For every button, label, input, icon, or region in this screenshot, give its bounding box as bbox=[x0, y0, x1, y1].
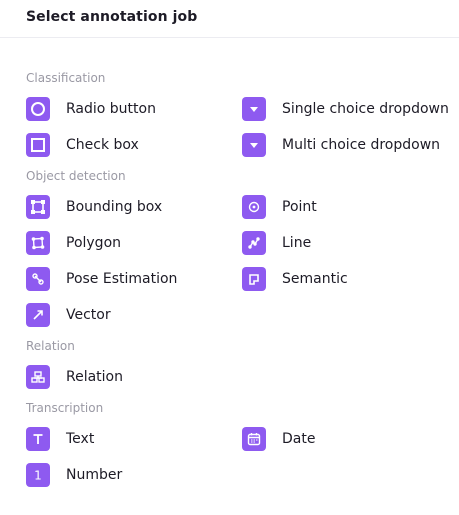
job-option-date[interactable]: Date bbox=[242, 427, 315, 451]
section-label-classification: Classification bbox=[26, 71, 106, 85]
job-option-label: Point bbox=[282, 199, 317, 215]
job-option-point[interactable]: Point bbox=[242, 195, 317, 219]
job-option-text[interactable]: Text bbox=[26, 427, 94, 451]
job-option-single-choice-dropdown[interactable]: Single choice dropdown bbox=[242, 97, 449, 121]
vector-icon bbox=[26, 303, 50, 327]
number-icon: 1 bbox=[26, 463, 50, 487]
text-icon bbox=[26, 427, 50, 451]
point-icon bbox=[242, 195, 266, 219]
radio-icon bbox=[26, 97, 50, 121]
job-option-line[interactable]: Line bbox=[242, 231, 311, 255]
job-option-polygon[interactable]: Polygon bbox=[26, 231, 121, 255]
dropdown-icon bbox=[242, 133, 266, 157]
job-option-label: Line bbox=[282, 235, 312, 251]
job-option-vector[interactable]: Vector bbox=[26, 303, 111, 327]
job-option-label: Multi choice dropdown bbox=[282, 137, 441, 153]
job-option-pose-estimation[interactable]: Pose Estimation bbox=[26, 267, 177, 291]
job-option-semantic[interactable]: Semantic bbox=[242, 267, 348, 291]
line-icon bbox=[242, 231, 266, 255]
job-option-label: Text bbox=[66, 431, 95, 447]
job-option-label: Vector bbox=[66, 307, 111, 323]
dialog-title: Select annotation job bbox=[26, 9, 198, 25]
job-option-number[interactable]: 1 Number bbox=[26, 463, 122, 487]
section-label-relation: Relation bbox=[26, 339, 75, 353]
job-option-label: Check box bbox=[66, 137, 139, 153]
job-option-label: Semantic bbox=[282, 271, 348, 287]
section-label-transcription: Transcription bbox=[26, 401, 104, 415]
job-option-multi-choice-dropdown[interactable]: Multi choice dropdown bbox=[242, 133, 440, 157]
calendar-icon bbox=[242, 427, 266, 451]
job-option-label: Polygon bbox=[66, 235, 122, 251]
polygon-icon bbox=[26, 231, 50, 255]
job-option-label: Relation bbox=[66, 369, 123, 385]
relation-icon bbox=[26, 365, 50, 389]
job-option-label: Bounding box bbox=[66, 199, 163, 215]
dialog-header: Select annotation job bbox=[0, 0, 459, 38]
section-label-object-detection: Object detection bbox=[26, 169, 126, 183]
number-icon-glyph: 1 bbox=[34, 469, 42, 483]
job-option-label: Radio button bbox=[66, 101, 156, 117]
bounding-box-icon bbox=[26, 195, 50, 219]
job-option-label: Date bbox=[282, 431, 316, 447]
job-option-label: Single choice dropdown bbox=[282, 101, 449, 117]
semantic-icon bbox=[242, 267, 266, 291]
job-option-radio-button[interactable]: Radio button bbox=[26, 97, 156, 121]
checkbox-icon bbox=[26, 133, 50, 157]
dropdown-icon bbox=[242, 97, 266, 121]
pose-icon bbox=[26, 267, 50, 291]
job-option-relation[interactable]: Relation bbox=[26, 365, 123, 389]
job-option-label: Pose Estimation bbox=[66, 271, 178, 287]
job-option-label: Number bbox=[66, 467, 123, 483]
job-option-check-box[interactable]: Check box bbox=[26, 133, 139, 157]
job-option-bounding-box[interactable]: Bounding box bbox=[26, 195, 162, 219]
